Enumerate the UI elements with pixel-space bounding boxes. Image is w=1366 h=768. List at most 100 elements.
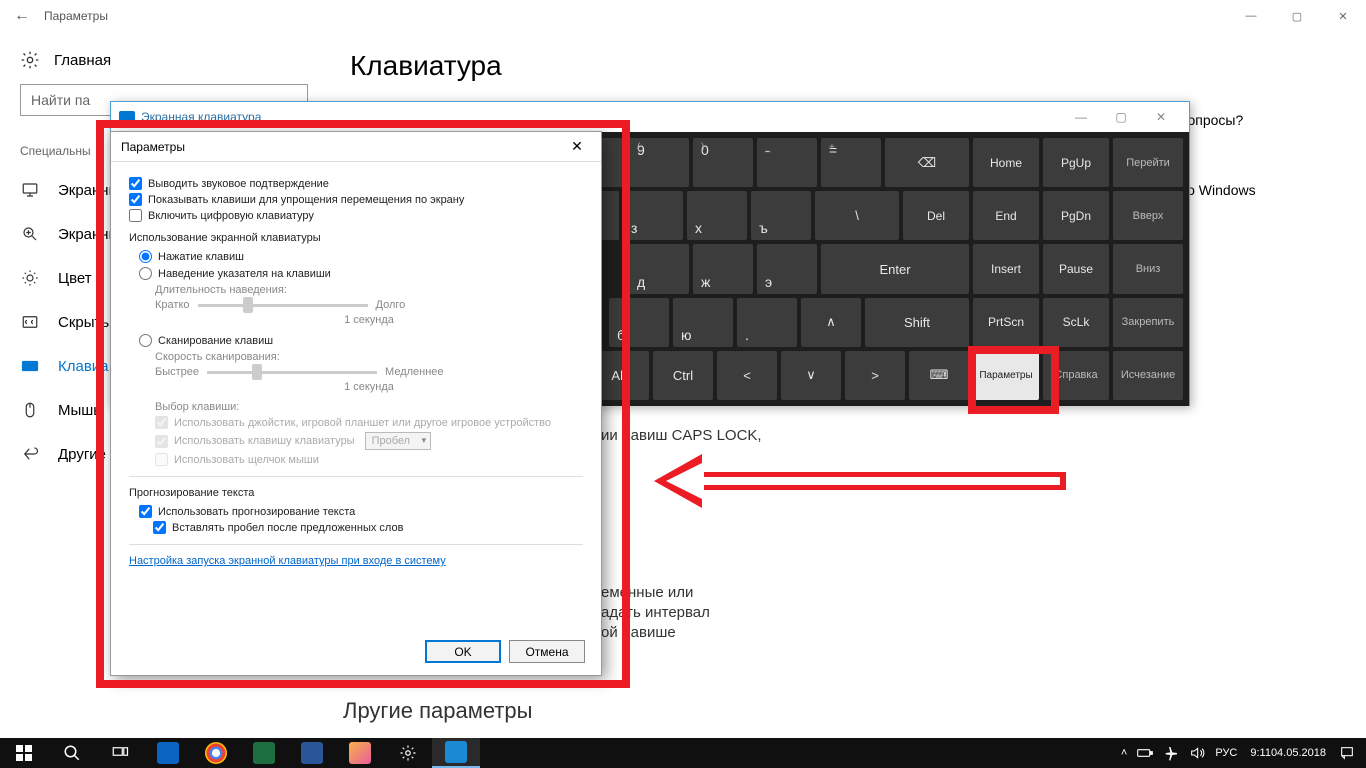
zoom-icon — [20, 225, 40, 243]
key-pause[interactable]: Pause — [1043, 244, 1109, 293]
key-up-nav[interactable]: Вверх — [1113, 191, 1183, 240]
maximize-button[interactable]: ▢ — [1274, 0, 1320, 32]
chk-mouseclick: Использовать щелчок мыши — [155, 453, 583, 466]
key-sclk[interactable]: ScLk — [1043, 298, 1109, 347]
key-pgup[interactable]: PgUp — [1043, 138, 1109, 187]
key-equals[interactable]: += — [821, 138, 881, 187]
dialog-close[interactable]: ✕ — [563, 133, 591, 161]
gear-icon — [20, 50, 40, 70]
app-settings[interactable] — [384, 738, 432, 768]
predict-label: Прогнозирование текста — [129, 487, 583, 499]
bg-text-2: адать интервал — [601, 604, 710, 621]
key-backspace[interactable]: ⌫ — [885, 138, 969, 187]
key-del[interactable]: Del — [903, 191, 969, 240]
key-minus[interactable]: _- — [757, 138, 817, 187]
tray-expand[interactable]: ˄ — [1121, 747, 1127, 759]
tray-lang[interactable]: РУС — [1215, 747, 1237, 759]
chk-kbkey: Использовать клавишу клавиатурыПробел — [155, 432, 583, 450]
key-yu[interactable]: ю — [673, 298, 733, 347]
key-options[interactable]: Параметры — [973, 351, 1039, 400]
tray-volume-icon[interactable] — [1189, 745, 1205, 761]
tray-notifications-icon[interactable] — [1339, 745, 1355, 761]
osk-title: Экранная клавиатура — [141, 110, 261, 124]
tray-airplane-icon[interactable] — [1163, 745, 1179, 761]
key-fade[interactable]: Исчезание — [1113, 351, 1183, 400]
app-word[interactable] — [288, 738, 336, 768]
key-right-arrow[interactable]: > — [845, 351, 905, 400]
key-de[interactable]: д — [629, 244, 689, 293]
bg-text-caps: ии лавиш CAPS LOCK, — [601, 427, 762, 444]
key-select-label: Выбор клавиши: — [155, 401, 583, 413]
key-zhe[interactable]: ж — [693, 244, 753, 293]
radio-press[interactable]: Нажатие клавиш — [139, 250, 583, 263]
ok-button[interactable]: OK — [425, 640, 501, 663]
key-pgdn[interactable]: PgDn — [1043, 191, 1109, 240]
back-icon — [20, 445, 40, 463]
taskview-button[interactable] — [96, 738, 144, 768]
close-button[interactable]: ✕ — [1320, 0, 1366, 32]
app-edge[interactable] — [144, 738, 192, 768]
bg-text-3: ой лавише — [601, 624, 676, 641]
key-nav[interactable]: Перейти — [1113, 138, 1183, 187]
radio-hover[interactable]: Наведение указателя на клавиши — [139, 267, 583, 280]
key-end[interactable]: End — [973, 191, 1039, 240]
chk-insert-space[interactable]: Вставлять пробел после предложенных слов — [153, 521, 583, 534]
options-dialog: Параметры ✕ Выводить звуковое подтвержде… — [110, 131, 602, 676]
back-button[interactable]: ← — [8, 2, 36, 30]
key-home[interactable]: Home — [973, 138, 1039, 187]
key-down-nav[interactable]: Вниз — [1113, 244, 1183, 293]
key-e[interactable]: э — [757, 244, 817, 293]
key-help[interactable]: Справка — [1043, 351, 1109, 400]
start-button[interactable] — [0, 738, 48, 768]
osk-maximize[interactable]: ▢ — [1101, 103, 1141, 131]
key-enter[interactable]: Enter — [821, 244, 969, 293]
chk-predict[interactable]: Использовать прогнозирование текста — [139, 505, 583, 518]
use-osk-label: Использование экранной клавиатуры — [129, 232, 583, 244]
scan-speed-label: Скорость сканирования: — [155, 351, 583, 363]
key-dot[interactable]: . — [737, 298, 797, 347]
sidebar-item-label: Цвет и — [58, 270, 104, 287]
key-kha[interactable]: х — [687, 191, 747, 240]
key-left-arrow[interactable]: < — [717, 351, 777, 400]
key-ctrl[interactable]: Ctrl — [653, 351, 713, 400]
chk-numpad[interactable]: Включить цифровую клавиатуру — [129, 209, 583, 222]
key-9[interactable]: (9 — [629, 138, 689, 187]
sidebar-item-label: Мышь — [58, 402, 101, 419]
key-down-arrow[interactable]: ∨ — [781, 351, 841, 400]
tray-clock[interactable]: 9:1104.05.2018 — [1250, 747, 1326, 759]
key-up-arrow[interactable]: ∧ — [801, 298, 861, 347]
hover-slider — [198, 304, 368, 307]
startup-config-link[interactable]: Настройка запуска экранной клавиатуры пр… — [129, 555, 446, 567]
sidebar-item-label: Клавиа — [58, 358, 109, 375]
app-paint[interactable] — [336, 738, 384, 768]
key-insert[interactable]: Insert — [973, 244, 1039, 293]
chk-sound[interactable]: Выводить звуковое подтверждение — [129, 177, 583, 190]
key-kbd-icon[interactable]: ⌨ — [909, 351, 969, 400]
app-excel[interactable] — [240, 738, 288, 768]
app-chrome[interactable] — [192, 738, 240, 768]
osk-minimize[interactable]: — — [1061, 103, 1101, 131]
key-prtscn[interactable]: PrtScn — [973, 298, 1039, 347]
minimize-button[interactable]: — — [1228, 0, 1274, 32]
osk-close[interactable]: ✕ — [1141, 103, 1181, 131]
key-0[interactable]: )0 — [693, 138, 753, 187]
home-label[interactable]: Главная — [54, 52, 111, 69]
key-shift[interactable]: Shift — [865, 298, 969, 347]
key-ze[interactable]: з — [623, 191, 683, 240]
key-dock[interactable]: Закрепить — [1113, 298, 1183, 347]
key-hard[interactable]: ъ — [751, 191, 811, 240]
key-be[interactable]: б — [609, 298, 669, 347]
hover-duration-label: Длительность наведения: — [155, 284, 583, 296]
app-osk[interactable] — [432, 738, 480, 768]
other-settings-heading: Лругие параметры — [343, 698, 532, 724]
hover-value: 1 секунда — [155, 314, 583, 326]
mouse-icon — [20, 401, 40, 419]
scan-slider — [207, 371, 377, 374]
key-backslash[interactable]: \ — [815, 191, 899, 240]
chk-show-keys[interactable]: Показывать клавиши для упрощения перемещ… — [129, 193, 583, 206]
cancel-button[interactable]: Отмена — [509, 640, 585, 663]
chk-joystick: Использовать джойстик, игровой планшет и… — [155, 416, 583, 429]
tray-power-icon[interactable] — [1137, 747, 1153, 759]
search-button[interactable] — [48, 738, 96, 768]
radio-scan[interactable]: Сканирование клавиш — [139, 334, 583, 347]
